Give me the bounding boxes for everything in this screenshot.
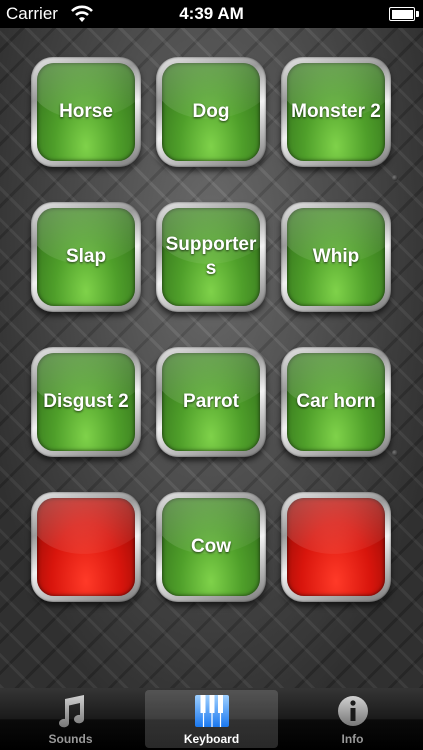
sound-button-label: Slap xyxy=(65,246,107,267)
battery-icon xyxy=(389,7,419,21)
sound-button-label: Horse xyxy=(59,101,113,122)
sound-button-label: Dog xyxy=(192,101,230,122)
sound-button-label: Parrot xyxy=(183,391,239,412)
tab-label: Info xyxy=(341,732,364,746)
music-note-icon xyxy=(58,695,84,728)
tab-label: Keyboard xyxy=(183,732,240,746)
sound-button-label: Whip xyxy=(312,246,360,267)
sound-button-label: Supporters xyxy=(165,234,257,279)
sound-button-disgust-2[interactable]: Disgust 2 xyxy=(31,347,141,457)
sound-button-cow[interactable]: Cow xyxy=(156,492,266,602)
sound-button-monster-2[interactable]: Monster 2 xyxy=(281,57,391,167)
sound-button-red-right[interactable] xyxy=(281,492,391,602)
sound-button-label: Car horn xyxy=(296,391,376,412)
sound-button-car-horn[interactable]: Car horn xyxy=(281,347,391,457)
sound-button-grid: Horse Dog Monster 2 Slap Supporters Whip… xyxy=(0,28,423,688)
tab-label: Sounds xyxy=(48,732,93,746)
sound-button-parrot[interactable]: Parrot xyxy=(156,347,266,457)
sound-button-dog[interactable]: Dog xyxy=(156,57,266,167)
piano-keyboard-icon xyxy=(194,695,229,727)
tab-info[interactable]: Info xyxy=(282,688,423,750)
sound-button-supporters[interactable]: Supporters xyxy=(156,202,266,312)
tab-sounds[interactable]: Sounds xyxy=(0,688,141,750)
tab-keyboard[interactable]: Keyboard xyxy=(141,688,282,750)
info-icon xyxy=(337,696,368,726)
sound-button-slap[interactable]: Slap xyxy=(31,202,141,312)
tab-bar: Sounds Keyboard Info xyxy=(0,688,423,750)
sound-button-whip[interactable]: Whip xyxy=(281,202,391,312)
status-bar: Carrier 4:39 AM xyxy=(0,0,423,28)
sound-button-red-left[interactable] xyxy=(31,492,141,602)
sound-button-horse[interactable]: Horse xyxy=(31,57,141,167)
sound-button-label: Monster 2 xyxy=(291,101,381,122)
status-time: 4:39 AM xyxy=(179,4,244,23)
sound-button-label: Disgust 2 xyxy=(43,391,129,412)
sound-button-label: Cow xyxy=(190,536,232,557)
